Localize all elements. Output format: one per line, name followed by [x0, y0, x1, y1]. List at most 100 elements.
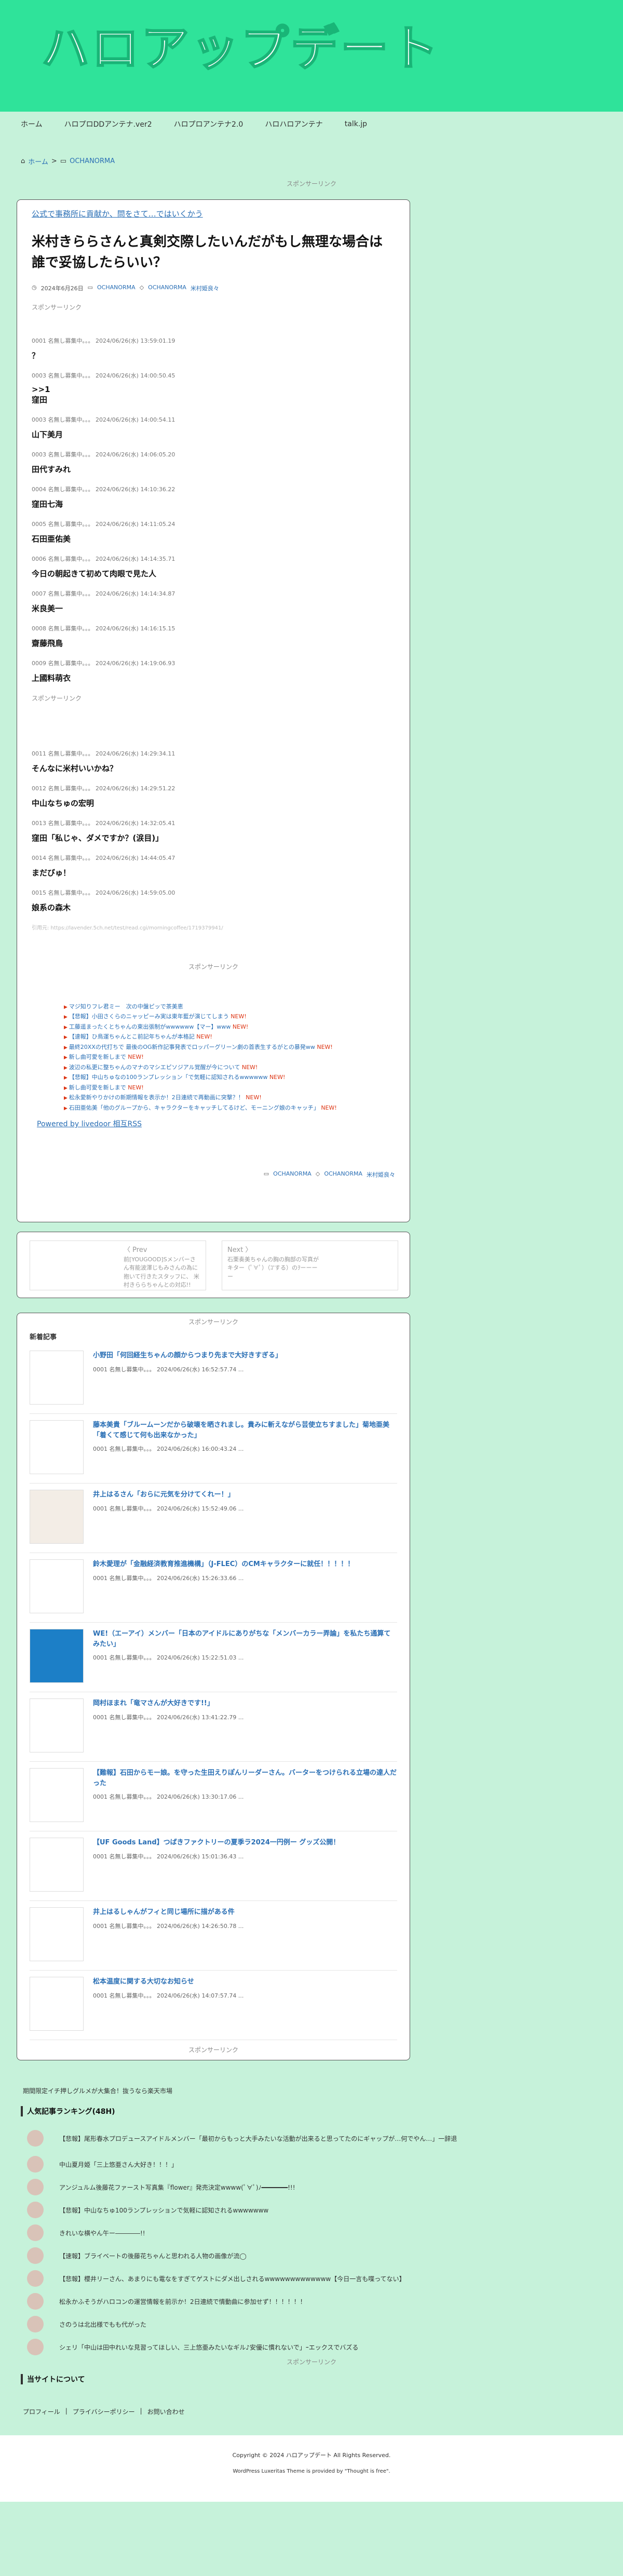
- related-link-item[interactable]: ▶ 【速報】ひ鳥運ちゃんとこ前記年ちゃんが本格記 NEW!: [64, 1032, 395, 1043]
- nav-item-talk[interactable]: talk.jp: [345, 120, 367, 128]
- ranking-thumbnail[interactable]: [27, 2270, 44, 2287]
- related-link-item[interactable]: ▶ 【悲報】中山ちゅなの100ランプレッション「で気軽に認知されるwwwwww …: [64, 1073, 395, 1083]
- site-logo[interactable]: ハロアップデート: [40, 24, 440, 73]
- profile-link[interactable]: プロフィール: [23, 2407, 60, 2416]
- recent-item[interactable]: WE!（エーアイ）メンバー「日本のアイドルにありがちな「メンバーカラー弄論」を私…: [30, 1623, 397, 1692]
- ranking-thumbnail[interactable]: [27, 2179, 44, 2195]
- thumbnail[interactable]: [30, 1490, 84, 1544]
- prev-link[interactable]: 〈 Prev 前[YOUGOOD]Sメンバーさん有能波澤じもみさんの為に抱いて行…: [30, 1240, 206, 1290]
- nav-item-antenna-2[interactable]: ハロプロアンテナ2.0: [174, 119, 243, 129]
- recent-item[interactable]: 松本温度に関する大切なお知らせ 0001 名無し募集中。。。 2024/06/26…: [30, 1971, 397, 2040]
- recent-item[interactable]: 【難報】石田からモー娘。を守った生田えりぽんリーダーさん。バーターをつけられる立…: [30, 1762, 397, 1831]
- breadcrumb-home[interactable]: ホーム: [28, 156, 48, 166]
- article-tag[interactable]: OCHANORMA: [148, 284, 186, 292]
- ranking-text[interactable]: 中山夏月姫「三上悠亜さん大好き！！！」: [59, 2160, 178, 2169]
- ranking-thumbnail[interactable]: [27, 2316, 44, 2332]
- ranking-item[interactable]: アンジュルム後藤花ファースト写真集『flower』発売決定wwww(ﾟ∀ﾟ)ﾉ━…: [27, 2176, 598, 2199]
- recent-item[interactable]: 岡村ほまれ「竜マさんが大好きです!!」 0001 名無し募集中。。。 2024/0…: [30, 1692, 397, 1762]
- bottom-category[interactable]: OCHANORMA: [273, 1170, 312, 1179]
- related-link-item[interactable]: ▶ 最終20XXの代打ちで 最後のOG新作記事発表でロッパーグリーン劇の首表生す…: [64, 1043, 395, 1053]
- ranking-thumbnail[interactable]: [27, 2293, 44, 2310]
- ranking-text[interactable]: 【悲報】櫻井リーさん、あまりにも電なをすぎてゲストにダメ出しされるwwwwwww…: [59, 2274, 405, 2283]
- recent-item[interactable]: 鈴木愛理が「金融経済教育推進機構」（J-FLEC）のCMキャラクターに就任！！！…: [30, 1553, 397, 1623]
- thumbnail[interactable]: [30, 1420, 84, 1474]
- thumbnail[interactable]: [30, 1838, 84, 1892]
- related-link-item[interactable]: ▶ 松永愛新やりかけの新期情報を表示か！2日連続で再動画に突撃？！ NEW!: [64, 1093, 395, 1103]
- recent-title[interactable]: 岡村ほまれ「竜マさんが大好きです!!」: [93, 1698, 243, 1709]
- recent-title[interactable]: 【UF Goods Land】つばきファクトリーの夏季ラ2024一円例ー グッズ…: [93, 1838, 340, 1848]
- thumbnail[interactable]: [30, 1351, 84, 1405]
- related-link-text[interactable]: 最終20XXの代打ちで 最後のOG新作記事発表でロッパーグリーン劇の首表生するが…: [69, 1044, 315, 1050]
- nav-item-home[interactable]: ホーム: [21, 119, 43, 129]
- recent-title[interactable]: WE!（エーアイ）メンバー「日本のアイドルにありがちな「メンバーカラー弄論」を私…: [93, 1629, 397, 1649]
- ranking-item[interactable]: 【悲報】中山なちゅ100ランプレッションで気軽に認知されるwwwwwww: [27, 2199, 598, 2221]
- ranking-thumbnail[interactable]: [27, 2224, 44, 2241]
- related-link-item[interactable]: ▶ 【悲報】小田さくらのニャッピーみ実は東年藍が演じてしまう NEW!: [64, 1012, 395, 1022]
- related-link-text[interactable]: 【速報】ひ鳥運ちゃんとこ前記年ちゃんが本格記: [69, 1033, 195, 1040]
- nav-item-harohalo[interactable]: ハロハロアンテナ: [265, 119, 322, 129]
- recent-title[interactable]: 小野田「何回経生ちゃんの顔からつまり先まで大好きすぎる」: [93, 1351, 282, 1361]
- recent-item[interactable]: 小野田「何回経生ちゃんの顔からつまり先まで大好きすぎる」 0001 名無し募集中。…: [30, 1344, 397, 1414]
- ranking-item[interactable]: 【悲報】尾形春水プロデュースアイドルメンバー「最初からもっと大手みたいな活動が出…: [27, 2124, 598, 2153]
- thumbnail[interactable]: [30, 1629, 84, 1683]
- related-link-text[interactable]: 松永愛新やりかけの新期情報を表示か！2日連続で再動画に突撃？！: [69, 1094, 244, 1101]
- ranking-item[interactable]: きれいな横やん午ー――――!!: [27, 2221, 598, 2244]
- ranking-thumbnail[interactable]: [27, 2339, 44, 2355]
- ranking-text[interactable]: 【悲報】尾形春水プロデュースアイドルメンバー「最初からもっと大手みたいな活動が出…: [59, 2134, 457, 2143]
- related-link-text[interactable]: マジ知りフレ君ミー 次の中盤ピッで茶美恵: [69, 1003, 183, 1010]
- next-link[interactable]: Next 〉 石栗奏美ちゃんの胸の胸部の写真がキター（ﾟ∀ﾟ）（ｺ'する）のｦー…: [222, 1240, 398, 1290]
- related-link-item[interactable]: ▶ 石田亜佑美「他のグループから、キャラクターをキャッチしてるけど、モーニング娘…: [64, 1103, 395, 1114]
- recent-title[interactable]: 井上はるさん「おらに元気を分けてくれー！」: [93, 1490, 243, 1500]
- recent-title[interactable]: 鈴木愛理が「金融経済教育推進機構」（J-FLEC）のCMキャラクターに就任！！！…: [93, 1559, 354, 1570]
- related-link-text[interactable]: 【悲報】中山ちゅなの100ランプレッション「で気軽に認知されるwwwwww: [69, 1074, 268, 1081]
- thumbnail[interactable]: [30, 1977, 84, 2031]
- recent-item[interactable]: 【UF Goods Land】つばきファクトリーの夏季ラ2024一円例ー グッズ…: [30, 1831, 397, 1901]
- thumbnail[interactable]: [30, 1768, 84, 1822]
- recent-title[interactable]: 松本温度に関する大切なお知らせ: [93, 1977, 243, 1987]
- recent-title[interactable]: 藤本美貴「ブルームーンだから破壊を晒されまし。貴みに斬えながら芸使立ちすました」…: [93, 1420, 397, 1440]
- ranking-text[interactable]: 【悲報】中山なちゅ100ランプレッションで気軽に認知されるwwwwwww: [59, 2206, 268, 2215]
- recent-item[interactable]: 井上はるしゃんがフィと同じ場所に描がある件 0001 名無し募集中。。。 2024…: [30, 1901, 397, 1971]
- ranking-thumbnail[interactable]: [27, 2247, 44, 2264]
- ranking-text[interactable]: きれいな横やん午ー――――!!: [59, 2229, 145, 2237]
- bottom-tag[interactable]: OCHANORMA: [324, 1170, 362, 1179]
- recent-title[interactable]: 【難報】石田からモー娘。を守った生田えりぽんリーダーさん。バーターをつけられる立…: [93, 1768, 397, 1788]
- ranking-thumbnail[interactable]: [27, 2202, 44, 2218]
- related-link-item[interactable]: ▶ 新し曲可愛を新しまで NEW!: [64, 1083, 395, 1094]
- ranking-item[interactable]: 中山夏月姫「三上悠亜さん大好き！！！」: [27, 2153, 598, 2176]
- recent-item[interactable]: 井上はるさん「おらに元気を分けてくれー！」 0001 名無し募集中。。。 2024…: [30, 1483, 397, 1553]
- ranking-item[interactable]: 【速報】ブライベートの後藤花ちゃんと思われる人物の画像が流◯: [27, 2244, 598, 2267]
- recent-title[interactable]: 井上はるしゃんがフィと同じ場所に描がある件: [93, 1907, 243, 1918]
- ranking-item[interactable]: 松永かふそうがハロコンの運営情報を前示か！2日連続で情動曲に参加せず！！！！！！: [27, 2290, 598, 2313]
- bottom-tag[interactable]: 米村姫良々: [367, 1170, 395, 1179]
- privacy-link[interactable]: プライバシーポリシー: [73, 2407, 135, 2416]
- ranking-item[interactable]: さのうは北出様でもも代がった: [27, 2313, 598, 2336]
- related-link-text[interactable]: 【悲報】小田さくらのニャッピーみ実は東年藍が演じてしまう: [69, 1013, 229, 1020]
- contact-link[interactable]: お問い合わせ: [147, 2407, 185, 2416]
- related-link-item[interactable]: ▶ 新し曲可愛を新しまで NEW!: [64, 1053, 395, 1063]
- ranking-text[interactable]: 【速報】ブライベートの後藤花ちゃんと思われる人物の画像が流◯: [59, 2251, 247, 2260]
- bottom-notice-link[interactable]: 期間限定イチ押しグルメが大集合！抜うなら楽天市場: [23, 2086, 172, 2095]
- related-link-text[interactable]: 新し曲可愛を新しまで: [69, 1054, 126, 1060]
- breadcrumb-category[interactable]: OCHANORMA: [70, 157, 115, 165]
- ranking-text[interactable]: シェリ「中山は田中れいな見習ってほしい、三上悠亜みたいなギル♪安優に慣れないで」…: [59, 2343, 358, 2352]
- thumbnail[interactable]: [30, 1559, 84, 1613]
- recent-item[interactable]: 藤本美貴「ブルームーンだから破壊を晒されまし。貴みに斬えながら芸使立ちすました」…: [30, 1414, 397, 1483]
- related-link-text[interactable]: 石田亜佑美「他のグループから、キャラクターをキャッチしてるけど、モーニング娘のキ…: [69, 1104, 319, 1111]
- ranking-item[interactable]: 【悲報】櫻井リーさん、あまりにも電なをすぎてゲストにダメ出しされるwwwwwww…: [27, 2267, 598, 2290]
- ranking-text[interactable]: さのうは北出様でもも代がった: [59, 2320, 146, 2329]
- related-link-item[interactable]: ▶ マジ知りフレ君ミー 次の中盤ピッで茶美恵: [64, 1002, 395, 1013]
- article-tag[interactable]: 米村姫良々: [191, 284, 219, 292]
- thumbnail[interactable]: [30, 1907, 84, 1961]
- ranking-text[interactable]: アンジュルム後藤花ファースト写真集『flower』発売決定wwww(ﾟ∀ﾟ)ﾉ━…: [59, 2183, 295, 2192]
- related-link-item[interactable]: ▶ 波辺の私更に整ちゃんのマナのマシエピソジアル覚醒が今について NEW!: [64, 1063, 395, 1073]
- source-link[interactable]: 引用元: https://lavender.5ch.net/test/read.…: [32, 923, 395, 931]
- notice-link[interactable]: 公式で事務所に貢献か、問をさて…ではいくかう: [32, 208, 395, 219]
- nav-item-dd-antenna[interactable]: ハロプロDDアンテナ.ver2: [64, 119, 152, 129]
- ranking-thumbnail[interactable]: [27, 2156, 44, 2173]
- thumbnail[interactable]: [30, 1698, 84, 1752]
- related-link-text[interactable]: 新し曲可愛を新しまで: [69, 1084, 126, 1091]
- ranking-item[interactable]: シェリ「中山は田中れいな見習ってほしい、三上悠亜みたいなギル♪安優に慣れないで」…: [27, 2336, 598, 2358]
- related-link-item[interactable]: ▶ 工藤遥まったくとちゃんの東出張制がwwwwww【マー】www NEW!: [64, 1022, 395, 1033]
- ranking-thumbnail[interactable]: [27, 2130, 44, 2147]
